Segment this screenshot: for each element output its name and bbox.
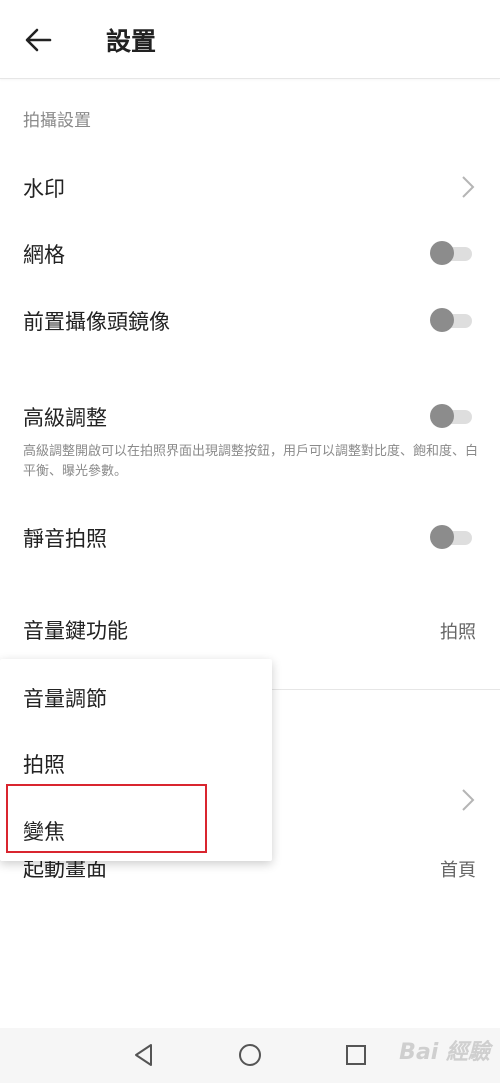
home-circle-icon[interactable] [237, 1042, 263, 1068]
menu-item-capture[interactable]: 拍照 [23, 749, 65, 779]
page-title: 設置 [106, 27, 157, 56]
front-mirror-row: 前置攝像頭鏡像 [0, 293, 500, 347]
chevron-right-icon [462, 176, 475, 198]
recents-square-icon[interactable] [343, 1042, 369, 1068]
grid-toggle[interactable] [430, 239, 472, 267]
section-header: 拍攝設置 [23, 111, 91, 131]
grid-row: 網格 [0, 226, 500, 280]
chevron-right-icon[interactable] [460, 787, 476, 813]
advanced-description: 高級調整開啟可以在拍照界面出現調整按鈕，用戶可以調整對比度、飽和度、白平衡、曝光… [23, 444, 479, 479]
back-button[interactable] [20, 22, 56, 58]
silent-row: 靜音拍照 [0, 510, 500, 564]
toggle-thumb [430, 525, 454, 549]
silent-label: 靜音拍照 [23, 527, 107, 551]
grid-label: 網格 [23, 243, 65, 267]
toggle-thumb [430, 241, 454, 265]
watermark-row[interactable]: 水印 [0, 160, 500, 214]
toggle-thumb [430, 404, 454, 428]
arrow-left-icon [25, 28, 52, 52]
silent-toggle[interactable] [430, 523, 472, 551]
advanced-row: 高級調整 [0, 389, 500, 443]
toggle-thumb [430, 308, 454, 332]
front-mirror-toggle[interactable] [430, 306, 472, 334]
app-bar: 設置 [0, 0, 500, 79]
startup-value: 首頁 [440, 860, 476, 881]
volume-key-row[interactable]: 音量鍵功能 拍照 [0, 602, 500, 656]
volume-key-label: 音量鍵功能 [23, 619, 128, 643]
advanced-label: 高級調整 [23, 406, 107, 430]
advanced-toggle[interactable] [430, 402, 472, 430]
highlight-annotation-box [6, 784, 207, 853]
watermark-logo: Bai 經驗 [399, 1040, 490, 1065]
front-mirror-label: 前置攝像頭鏡像 [23, 310, 170, 334]
volume-key-value: 拍照 [440, 622, 476, 643]
back-triangle-icon[interactable] [131, 1042, 157, 1068]
menu-item-volume-adjust[interactable]: 音量調節 [23, 683, 107, 713]
watermark-label: 水印 [23, 177, 65, 201]
